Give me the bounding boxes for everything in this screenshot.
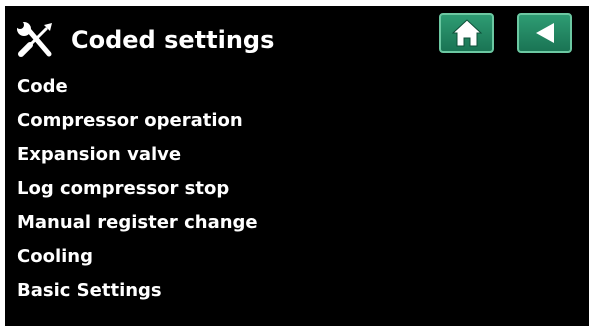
menu-item-basic-settings[interactable]: Basic Settings <box>17 276 258 310</box>
settings-menu: Code Compressor operation Expansion valv… <box>17 72 258 310</box>
display-screen: Coded settings Code Compressor operation… <box>5 6 589 326</box>
back-arrow-icon <box>535 23 554 43</box>
menu-item-compressor-operation[interactable]: Compressor operation <box>17 106 258 140</box>
menu-item-log-compressor-stop[interactable]: Log compressor stop <box>17 174 258 208</box>
page-title: Coded settings <box>71 26 275 54</box>
menu-item-expansion-valve[interactable]: Expansion valve <box>17 140 258 174</box>
menu-item-manual-register-change[interactable]: Manual register change <box>17 208 258 242</box>
menu-item-cooling[interactable]: Cooling <box>17 242 258 276</box>
header: Coded settings <box>5 6 589 68</box>
home-icon <box>451 19 482 47</box>
menu-item-code[interactable]: Code <box>17 72 258 106</box>
back-button[interactable] <box>517 13 572 53</box>
home-button[interactable] <box>439 13 494 53</box>
tools-icon <box>16 21 56 61</box>
